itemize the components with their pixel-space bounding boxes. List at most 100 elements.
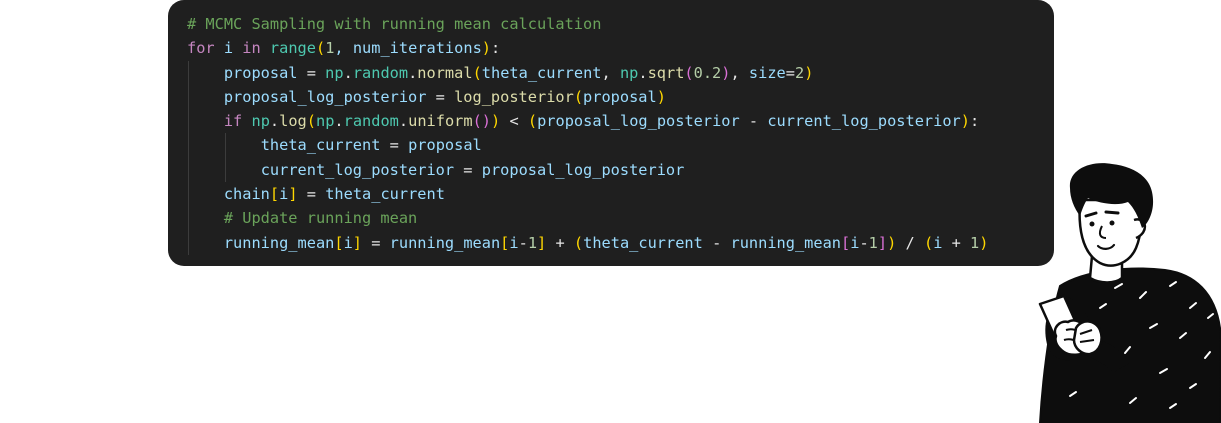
code-token: i — [214, 39, 243, 58]
code-token: 0.2 — [693, 63, 722, 82]
code-token: , — [601, 63, 620, 82]
code-token: np — [619, 63, 639, 82]
code-token: log_posterior — [454, 87, 574, 106]
code-token: ( — [472, 63, 482, 82]
indent-guide — [188, 109, 189, 134]
code-token: # MCMC Sampling with running mean calcul… — [187, 15, 602, 33]
code-token: in — [242, 39, 261, 58]
code-line: current_log_posterior = proposal_log_pos… — [187, 157, 1054, 183]
code-token: ] — [352, 233, 363, 252]
code-token: np — [251, 112, 270, 131]
code-token: ( — [472, 112, 482, 131]
code-token: for — [187, 39, 215, 58]
code-token: - — [702, 233, 731, 252]
code-token: running_mean — [730, 233, 842, 252]
code-token: = — [297, 185, 326, 204]
code-token: ) — [481, 39, 491, 58]
code-token: ( — [573, 87, 584, 106]
code-token: , num_iterations — [334, 39, 482, 58]
code-token: + — [546, 233, 574, 252]
indent-guide — [224, 157, 226, 183]
code-token: ) — [656, 87, 666, 106]
code-token: theta_current — [481, 63, 602, 82]
code-token: range — [269, 39, 316, 58]
code-token: . — [269, 112, 280, 131]
code-token: = — [362, 233, 390, 252]
code-token: 1 — [970, 233, 980, 252]
code-token: : — [969, 112, 980, 131]
code-token: . — [408, 63, 418, 82]
code-token: ) — [887, 233, 897, 252]
head — [1078, 198, 1142, 267]
code-token: proposal — [223, 63, 298, 82]
code-line: proposal_log_posterior = log_posterior(p… — [187, 84, 1054, 110]
code-token: ( — [684, 63, 694, 82]
code-token: ( — [923, 233, 934, 252]
code-token: 2 — [794, 63, 805, 82]
code-token: # Update running mean — [223, 209, 418, 228]
code-token: : — [491, 39, 501, 58]
code-token: running_mean — [223, 233, 335, 252]
indent-guide — [188, 230, 189, 255]
code-token: . — [343, 63, 353, 82]
code-line: proposal = np.random.normal(theta_curren… — [187, 60, 1054, 85]
code-token: ) — [491, 112, 501, 131]
code-token: . — [398, 112, 409, 131]
code-token: = — [297, 63, 326, 82]
code-token: = — [380, 136, 409, 155]
code-line: chain[i] = theta_current — [187, 182, 1054, 207]
code-token: + — [942, 233, 971, 252]
indent-guide — [188, 84, 189, 110]
code-token: 1 — [868, 233, 878, 252]
code-token: ) — [960, 112, 970, 131]
code-token: np — [315, 112, 335, 131]
code-token: theta_current — [583, 233, 703, 252]
code-token: - — [518, 233, 528, 252]
code-token: = — [454, 160, 482, 179]
code-token: ] — [537, 233, 547, 252]
code-token: log — [279, 112, 307, 131]
code-token: size — [748, 63, 786, 82]
code-line: theta_current = proposal — [187, 133, 1054, 158]
code-token: ( — [315, 39, 326, 58]
code-token: , — [730, 63, 749, 82]
indent-guide — [188, 133, 189, 158]
code-token: ) — [481, 112, 492, 131]
code-token: random — [352, 63, 409, 82]
code-token: np — [325, 63, 344, 82]
code-token: proposal — [583, 87, 657, 106]
code-token: 1 — [527, 233, 538, 252]
code-token: [ — [269, 185, 280, 204]
code-token: i — [509, 233, 519, 252]
code-token: normal — [417, 63, 473, 82]
code-token: - — [859, 233, 869, 252]
code-line: if np.log(np.random.uniform()) < (propos… — [187, 109, 1054, 134]
indent-guide — [188, 60, 189, 85]
code-token: random — [343, 112, 399, 131]
indent-guide — [188, 157, 189, 183]
code-token: sqrt — [647, 63, 685, 82]
code-token: ( — [306, 112, 316, 131]
code-token: . — [334, 112, 344, 131]
code-token: proposal — [408, 136, 482, 155]
indent-guide — [188, 206, 189, 231]
man-reading-phone-illustration — [1038, 163, 1221, 423]
code-token: theta_current — [260, 136, 381, 155]
code-line: running_mean[i] = running_mean[i-1] + (t… — [187, 230, 1054, 255]
code-token: / — [896, 233, 924, 252]
code-token: ] — [288, 185, 298, 204]
code-token: i — [279, 185, 289, 204]
code-token: ( — [573, 233, 584, 252]
code-token: theta_current — [325, 185, 445, 204]
code-token: current_log_posterior — [767, 112, 961, 131]
code-token: [ — [500, 233, 510, 252]
code-token: - — [739, 112, 768, 131]
code-token: = — [785, 63, 795, 82]
code-line: # Update running mean — [187, 206, 1054, 231]
code-token: uniform — [408, 112, 473, 131]
code-token: proposal_log_posterior — [223, 87, 427, 106]
code-token: running_mean — [389, 233, 501, 252]
code-token: [ — [841, 233, 851, 252]
code-line: # MCMC Sampling with running mean calcul… — [187, 12, 1054, 36]
